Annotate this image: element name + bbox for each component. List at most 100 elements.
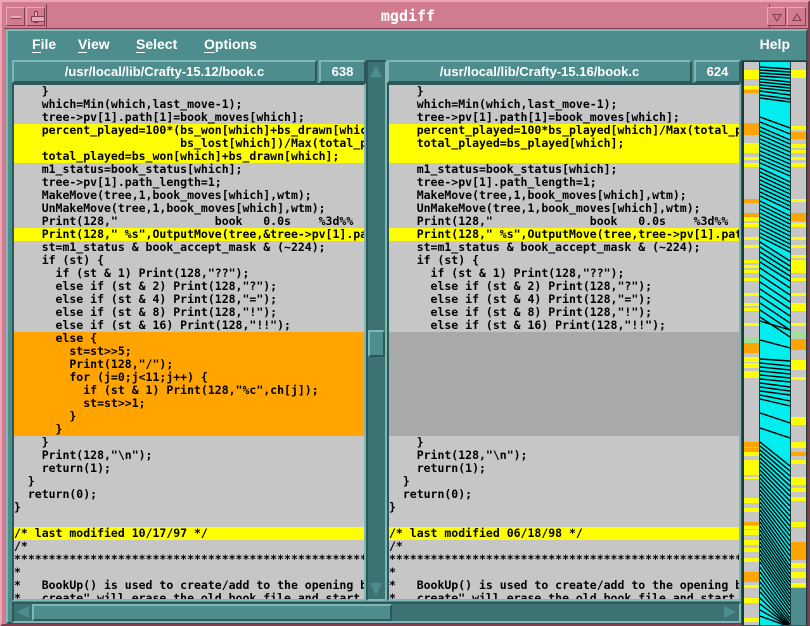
left-code-pane[interactable]: } which=Min(which,last_move-1); tree->pv…	[12, 83, 366, 601]
code-line[interactable]: /* last modified 10/17/97 */	[14, 527, 364, 540]
code-line[interactable]: *	[14, 566, 364, 579]
code-line[interactable]: else if (st & 4) Print(128,"=");	[14, 293, 364, 306]
code-line[interactable]: Print(128," %s",OutputMove(tree,tree->pv…	[389, 228, 739, 241]
code-line[interactable]: else if (st & 16) Print(128,"!!");	[389, 319, 739, 332]
code-line[interactable]	[389, 150, 739, 163]
code-line[interactable]: Print(128,"\n");	[14, 449, 364, 462]
code-line[interactable]: MakeMove(tree,1,book_moves[which],wtm);	[389, 189, 739, 202]
code-line[interactable]: Print(128,"/");	[14, 358, 364, 371]
code-line[interactable]: }	[389, 85, 739, 98]
code-line[interactable]: }	[14, 501, 364, 514]
code-line[interactable]: m1_status=book_status[which];	[389, 163, 739, 176]
code-line[interactable]	[389, 410, 739, 423]
code-line[interactable]: else if (st & 8) Print(128,"!");	[389, 306, 739, 319]
code-line[interactable]: if (st) {	[14, 254, 364, 267]
code-line[interactable]	[389, 384, 739, 397]
right-code-pane[interactable]: } which=Min(which,last_move-1); tree->pv…	[387, 83, 741, 601]
code-line[interactable]: tree->pv[1].path_length=1;	[389, 176, 739, 189]
code-line[interactable]: percent_played=100*bs_played[which]/Max(…	[389, 124, 739, 137]
menu-file[interactable]: File	[32, 34, 56, 54]
code-line[interactable]: if (st) {	[389, 254, 739, 267]
code-line[interactable]: ****************************************…	[14, 553, 364, 566]
code-line[interactable]: ****************************************…	[389, 553, 739, 566]
code-line[interactable]: if (st & 1) Print(128,"??");	[14, 267, 364, 280]
code-line[interactable]	[389, 371, 739, 384]
menu-view[interactable]: View	[78, 34, 110, 54]
iconify-button[interactable]	[26, 7, 45, 26]
code-line[interactable]: UnMakeMove(tree,1,book_moves[which],wtm)…	[14, 202, 364, 215]
code-line[interactable]: return(0);	[389, 488, 739, 501]
code-line[interactable]: tree->pv[1].path[1]=book_moves[which];	[389, 111, 739, 124]
code-line[interactable]	[14, 514, 364, 527]
code-line[interactable]: }	[14, 410, 364, 423]
code-line[interactable]: which=Min(which,last_move-1);	[389, 98, 739, 111]
code-line[interactable]: * BookUp() is used to create/add to the …	[14, 579, 364, 592]
raise-button[interactable]	[787, 7, 806, 26]
code-line[interactable]: total_played=bs_played[which];	[389, 137, 739, 150]
code-line[interactable]: if (st & 1) Print(128,"%c",ch[j]);	[14, 384, 364, 397]
scroll-right-arrow-icon[interactable]	[721, 604, 739, 621]
code-line[interactable]: /* last modified 06/18/98 */	[389, 527, 739, 540]
code-line[interactable]: }	[14, 475, 364, 488]
code-line[interactable]: }	[14, 423, 364, 436]
code-line[interactable]: /*	[389, 540, 739, 553]
diff-overview-map[interactable]	[741, 60, 808, 626]
code-line[interactable]: return(1);	[389, 462, 739, 475]
code-line[interactable]	[389, 345, 739, 358]
code-line[interactable]: }	[389, 501, 739, 514]
code-line[interactable]: return(0);	[14, 488, 364, 501]
lower-button[interactable]	[767, 7, 786, 26]
code-line[interactable]: Print(128," %s",OutputMove(tree,&tree->p…	[14, 228, 364, 241]
code-line[interactable]: Print(128," book 0.0s %3d%% ",percent_pl…	[14, 215, 364, 228]
code-line[interactable]: else if (st & 2) Print(128,"?");	[14, 280, 364, 293]
code-line[interactable]	[389, 358, 739, 371]
vertical-scrollbar-thumb[interactable]	[368, 330, 385, 357]
menu-select[interactable]: Select	[136, 34, 177, 54]
code-line[interactable]: st=st>>5;	[14, 345, 364, 358]
code-line[interactable]: which=Min(which,last_move-1);	[14, 98, 364, 111]
scroll-down-arrow-icon[interactable]	[368, 579, 385, 599]
code-line[interactable]: }	[14, 85, 364, 98]
menu-options[interactable]: Options	[204, 34, 257, 54]
code-line[interactable]: }	[389, 475, 739, 488]
code-line[interactable]: * create" will erase the old book file a…	[14, 592, 364, 601]
code-line[interactable]: }	[389, 436, 739, 449]
scroll-left-arrow-icon[interactable]	[14, 604, 32, 621]
code-line[interactable]: st=m1_status & book_accept_mask & (~224)…	[14, 241, 364, 254]
title-bar[interactable]: mgdiff	[4, 4, 808, 29]
code-line[interactable]: total_played=bs_won[which]+bs_drawn[whic…	[14, 150, 364, 163]
code-line[interactable]: UnMakeMove(tree,1,book_moves[which],wtm)…	[389, 202, 739, 215]
code-line[interactable]: if (st & 1) Print(128,"??");	[389, 267, 739, 280]
code-line[interactable]: st=m1_status & book_accept_mask & (~224)…	[389, 241, 739, 254]
code-line[interactable]: m1_status=book_status[which];	[14, 163, 364, 176]
code-line[interactable]: else if (st & 2) Print(128,"?");	[389, 280, 739, 293]
code-line[interactable]: else if (st & 4) Print(128,"=");	[389, 293, 739, 306]
code-line[interactable]: bs_lost[which])/Max(total_played,1);	[14, 137, 364, 150]
vertical-scrollbar[interactable]	[366, 60, 387, 601]
code-line[interactable]: st=st>>1;	[14, 397, 364, 410]
code-line[interactable]	[389, 397, 739, 410]
code-line[interactable]: Print(128," book 0.0s %3d%% ",percent_pl…	[389, 215, 739, 228]
code-line[interactable]: * BookUp() is used to create/add to the …	[389, 579, 739, 592]
code-line[interactable]: percent_played=100*(bs_won[which]+bs_dra…	[14, 124, 364, 137]
minimize-button[interactable]	[6, 7, 25, 26]
scroll-up-arrow-icon[interactable]	[368, 62, 385, 82]
code-line[interactable]: * create" will erase the old book file a…	[389, 592, 739, 601]
code-line[interactable]: else {	[14, 332, 364, 345]
code-line[interactable]: for (j=0;j<11;j++) {	[14, 371, 364, 384]
horizontal-scrollbar[interactable]	[12, 602, 741, 623]
code-line[interactable]	[389, 332, 739, 345]
menu-help[interactable]: Help	[760, 34, 790, 54]
code-line[interactable]: }	[14, 436, 364, 449]
code-line[interactable]: tree->pv[1].path_length=1;	[14, 176, 364, 189]
code-line[interactable]: else if (st & 8) Print(128,"!");	[14, 306, 364, 319]
code-line[interactable]: /*	[14, 540, 364, 553]
code-line[interactable]: else if (st & 16) Print(128,"!!");	[14, 319, 364, 332]
code-line[interactable]	[389, 423, 739, 436]
code-line[interactable]	[389, 514, 739, 527]
horizontal-scrollbar-thumb[interactable]	[32, 604, 392, 621]
code-line[interactable]: MakeMove(tree,1,book_moves[which],wtm);	[14, 189, 364, 202]
code-line[interactable]: return(1);	[14, 462, 364, 475]
code-line[interactable]: *	[389, 566, 739, 579]
code-line[interactable]: Print(128,"\n");	[389, 449, 739, 462]
